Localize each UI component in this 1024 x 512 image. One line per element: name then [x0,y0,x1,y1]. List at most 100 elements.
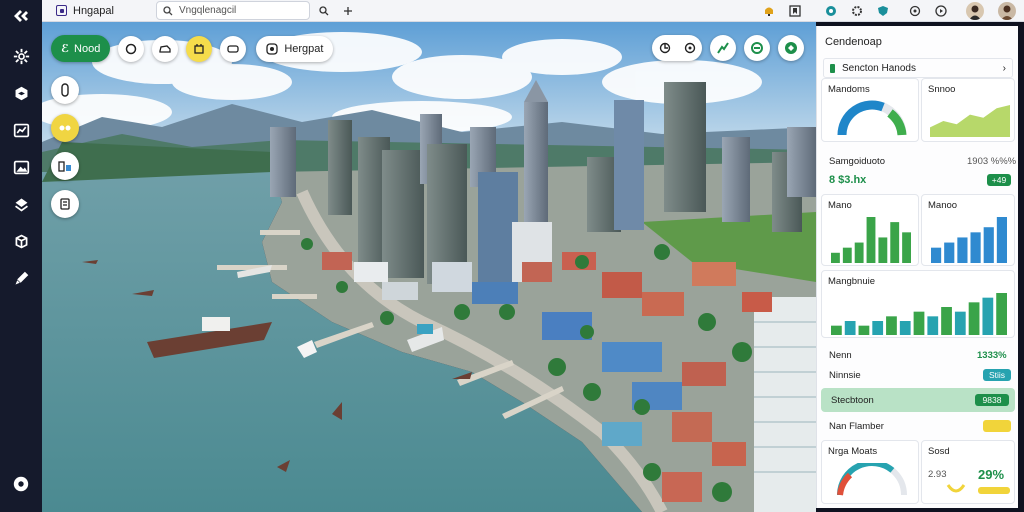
stat-tag[interactable]: +49 [987,174,1011,186]
blue-chart-bar [957,237,968,263]
line-b-tag[interactable]: Stiis [983,369,1011,381]
wide-chart-bar [844,321,856,335]
green-bar-card[interactable]: Mano [821,194,919,266]
search-go-icon[interactable] [314,1,334,20]
panel-row-section[interactable]: Sencton Hanods › [823,58,1013,78]
chart-icon[interactable] [7,116,35,144]
zoning-tool-icon[interactable] [51,152,79,180]
location-pill[interactable]: Hergpat [256,35,334,62]
wide-chart-bar [968,302,980,335]
green-bar-card-title: Mano [828,200,852,211]
line-c-label: Nan Flamber [829,421,884,432]
blue-chart-bar [944,242,955,263]
wide-chart-bar [913,311,925,335]
line-b-label: Ninnsie [829,370,861,381]
add-icon[interactable] [338,1,358,20]
drone-tool-icon[interactable] [684,42,696,54]
eco-tool-icon[interactable] [744,35,770,61]
wide-bar-card[interactable]: Mangbnuie [821,270,1015,338]
highlight-tag[interactable]: 9838 [975,394,1009,406]
shield-icon[interactable] [872,2,894,20]
wide-chart-bar [831,325,842,335]
vehicle-tool-icon[interactable] [220,35,247,62]
green-chart-bar [902,232,911,263]
green-chart-bar [878,237,888,263]
top-bar: Hngapal [42,0,1024,22]
mini-arc-icon [946,484,966,493]
bottom-right-label: Sosd [928,446,950,457]
wide-chart-bar [982,297,994,335]
app-badge-icon [56,5,67,16]
image-icon[interactable] [7,153,35,181]
area-card-title: Snnoo [928,84,956,95]
refresh-tool-icon[interactable] [778,35,804,61]
bottom-gauge-card[interactable]: Nrga Moats [821,440,919,504]
nature-tool-icon[interactable] [710,35,736,61]
green-chart-bar [866,217,876,263]
stats-panel: Cendenoap Sencton Hanods › Mandoms Snnoo… [816,26,1018,508]
gear-icon[interactable] [7,42,35,70]
wide-bar-card-title: Mangbnuie [828,276,876,287]
wide-chart-bar [858,325,870,335]
gear-small-icon[interactable] [904,2,926,20]
city-viewport[interactable]: ℰ Nood Hergpat [42,22,816,512]
app-logo-icon[interactable] [8,6,34,26]
viewport-float-tools [51,76,79,228]
wide-chart-bar [996,293,1007,335]
location-label: Hergpat [284,42,324,55]
help-icon[interactable] [7,470,35,498]
brush-icon[interactable] [7,264,35,292]
green-bar-chart [831,217,911,263]
bottom-gauge-title: Nrga Moats [828,446,878,457]
green-chart-bar [831,252,840,263]
globe-icon[interactable] [820,2,842,20]
row-chip-icon [830,63,835,73]
circle-tool-icon[interactable] [118,35,145,62]
primary-action-button[interactable]: ℰ Nood [51,35,111,62]
blue-bar-card-title: Manoo [928,200,958,211]
gauge-chart [837,100,907,136]
chevron-right-icon[interactable]: › [1003,63,1006,74]
user-avatar[interactable] [966,2,984,20]
gauge-card[interactable]: Mandoms [821,78,919,142]
bottom-right-bar [978,487,1010,494]
cube-icon[interactable] [7,79,35,107]
green-chart-bar [854,242,864,263]
search-box[interactable] [156,1,310,20]
bottom-right-value2: 29% [978,467,1005,482]
car-tool-icon[interactable] [152,35,179,62]
viewport-toolbar: ℰ Nood Hergpat [51,35,334,62]
wide-chart-bar [941,307,952,335]
bottom-gauge-chart [837,463,907,496]
app-title: Hngapal [56,5,114,17]
wide-chart-bar [886,316,897,335]
area-card[interactable]: Snnoo [921,78,1015,142]
blue-chart-bar [996,217,1007,263]
row-section-label: Sencton Hanods [842,62,916,74]
select-tool-icon[interactable] [51,76,79,104]
play-icon[interactable] [930,2,952,20]
search-input[interactable] [179,5,289,16]
bell-icon[interactable] [758,2,780,20]
viewport-right-tools [644,35,804,61]
highlight-label: Stecbtoon [831,395,874,406]
wide-bar-chart [831,293,1007,335]
left-sidebar [0,0,42,512]
view-toggle-group[interactable] [652,35,702,61]
user-avatar-secondary[interactable] [998,2,1016,20]
stat-sub: 8 $3.hx [829,174,867,186]
search-icon [163,5,173,15]
blue-bar-card[interactable]: Manoo [921,194,1015,266]
bookmark-icon[interactable] [784,2,806,20]
view-toggle-icon[interactable] [659,42,671,54]
line-a-value: 1333% [977,350,1007,361]
box-icon[interactable] [7,227,35,255]
bottom-right-card[interactable]: Sosd 2.93 29% [921,440,1015,504]
app-root: Hngapal Vngqlenagcil ℰ Nood Hergpat Cend… [0,0,1024,512]
build-tool-icon[interactable] [186,35,213,62]
layers-icon[interactable] [7,190,35,218]
document-tool-icon[interactable] [51,190,79,218]
line-c-tag[interactable] [983,420,1011,432]
traffic-tool-icon[interactable] [51,114,79,142]
settings-icon[interactable] [846,2,868,20]
